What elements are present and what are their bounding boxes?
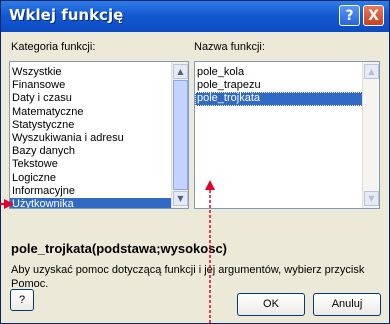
function-name-label: Nazwa funkcji: <box>194 41 265 53</box>
category-listbox[interactable]: Wszystkie Finansowe Daty i czasu Matemat… <box>9 61 189 209</box>
window-title: Wklej funkcję <box>9 6 124 24</box>
category-item[interactable]: Finansowe <box>10 79 172 92</box>
function-item-selected[interactable]: pole_trojkata <box>195 92 363 106</box>
help-button[interactable]: ? <box>10 289 34 311</box>
annotation-arrow-left <box>0 199 14 209</box>
ok-button[interactable]: OK <box>237 293 305 316</box>
category-item-selected[interactable]: Użytkownika <box>10 197 172 208</box>
dialog-window: Wklej funkcję ? X Kategoria funkcji: Naz… <box>0 0 390 324</box>
function-listbox[interactable]: pole_kola pole_trapezu pole_trojkata ▲ ▼ <box>194 61 380 209</box>
scroll-up-icon[interactable]: ▲ <box>364 64 379 79</box>
category-item[interactable]: Matematyczne <box>10 106 172 119</box>
category-item[interactable]: Statystyczne <box>10 119 172 132</box>
scroll-thumb[interactable] <box>173 80 188 190</box>
cancel-button[interactable]: Anuluj <box>313 293 381 316</box>
help-icon[interactable]: ? <box>339 5 360 26</box>
category-item[interactable]: Tekstowe <box>10 158 172 171</box>
function-item[interactable]: pole_kola <box>195 66 363 79</box>
function-signature: pole_trojkata(podstawa;wysokosc) <box>11 241 227 256</box>
function-item[interactable]: pole_trapezu <box>195 79 363 92</box>
scroll-down-icon[interactable]: ▼ <box>364 191 379 206</box>
annotation-arrow-vertical <box>205 180 215 324</box>
close-icon[interactable]: X <box>363 5 384 26</box>
category-item[interactable]: Bazy danych <box>10 145 172 158</box>
title-bar[interactable]: Wklej funkcję ? X <box>1 1 389 32</box>
category-item[interactable]: Wszystkie <box>10 66 172 79</box>
help-button-icon: ? <box>18 294 26 306</box>
category-item[interactable]: Informacyjne <box>10 185 172 198</box>
scroll-down-icon[interactable]: ▼ <box>173 191 188 206</box>
category-item[interactable]: Daty i czasu <box>10 92 172 105</box>
category-label: Kategoria funkcji: <box>11 41 96 53</box>
category-item[interactable]: Wyszukiwania i adresu <box>10 132 172 145</box>
function-scrollbar[interactable]: ▲ ▼ <box>362 62 379 208</box>
category-scrollbar[interactable]: ▲ ▼ <box>171 62 188 208</box>
function-description: Aby uzyskać pomoc dotyczącą funkcji i je… <box>11 264 365 290</box>
category-item[interactable]: Logiczne <box>10 172 172 185</box>
scroll-up-icon[interactable]: ▲ <box>173 64 188 79</box>
